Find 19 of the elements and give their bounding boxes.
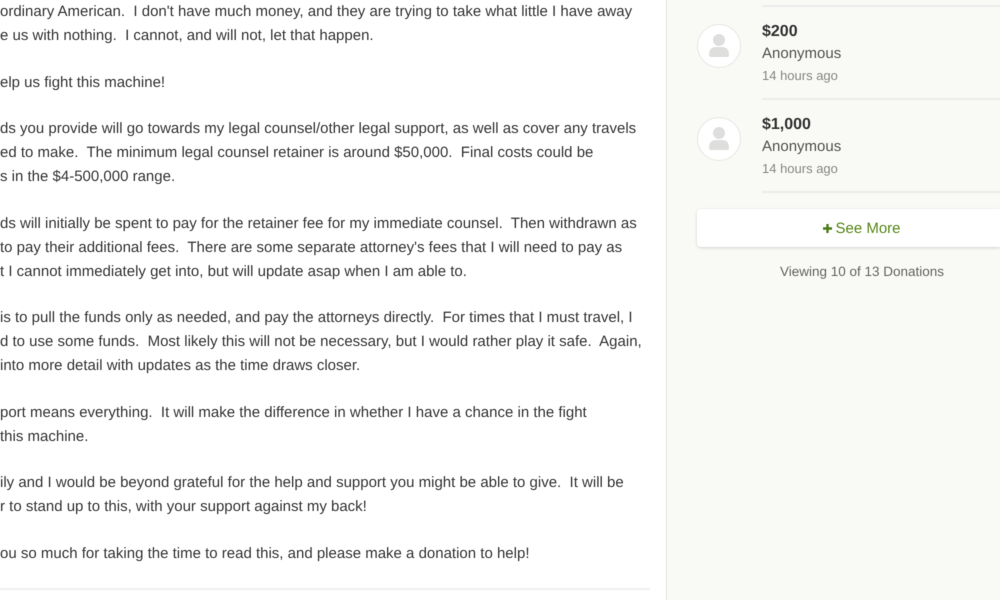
donation-time: 14 hours ago bbox=[762, 67, 839, 85]
donation-amount: $200 bbox=[762, 22, 799, 42]
story-paragraph: port means everything. It will make the difference in whether I have a chance in the fight this machine. bbox=[0, 402, 588, 446]
story-paragraph: ou so much for taking the time to read this, and please make a donation to help! bbox=[0, 544, 530, 564]
story-paragraph: is to pull the funds only as needed, and pay the attorneys directly. For times that I must travel, I d to use some funds. Most likely this will not be necessary, but I would rather play it safe. Again, into more detail with updates as the time draws closer. bbox=[0, 308, 643, 376]
story-paragraph: ds will initially be spent to pay for the retainer fee for my immediate counsel. Then withdrawn as to pay their additional fees. There are some separate attorney's fees that I will need to pay as t I cannot immediately get into, but will update asap when I am able to. bbox=[0, 214, 638, 282]
story-paragraph: ordinary American. I don't have much money, and they are trying to take what little I have away e us with nothing. I cannot, and will not, let that happen. bbox=[0, 2, 634, 46]
story-paragraph: elp us fight this machine! bbox=[0, 72, 166, 92]
story-paragraph: ily and I would be beyond grateful for the help and support you might be able to give. It will be r to stand up to this, with your support against my back! bbox=[0, 473, 625, 517]
avatar-icon bbox=[697, 117, 741, 161]
plus-icon bbox=[823, 224, 832, 232]
see-more-button[interactable]: See More bbox=[697, 209, 1000, 247]
donor-name: Anonymous bbox=[762, 44, 842, 64]
story-paragraph: ds you provide will go towards my legal counsel/other legal support, as well as cover any travels ed to make. The minimum legal counsel retainer is around $50,000. Final costs could be s in the $4-500,000 range. bbox=[0, 119, 638, 187]
donor-name: Anonymous bbox=[762, 137, 842, 157]
donation-time: 14 hours ago bbox=[762, 160, 839, 178]
donation-count: Viewing 10 of 13 Donations bbox=[780, 263, 944, 281]
avatar-icon bbox=[697, 24, 741, 68]
donation-amount: $1,000 bbox=[762, 115, 812, 135]
